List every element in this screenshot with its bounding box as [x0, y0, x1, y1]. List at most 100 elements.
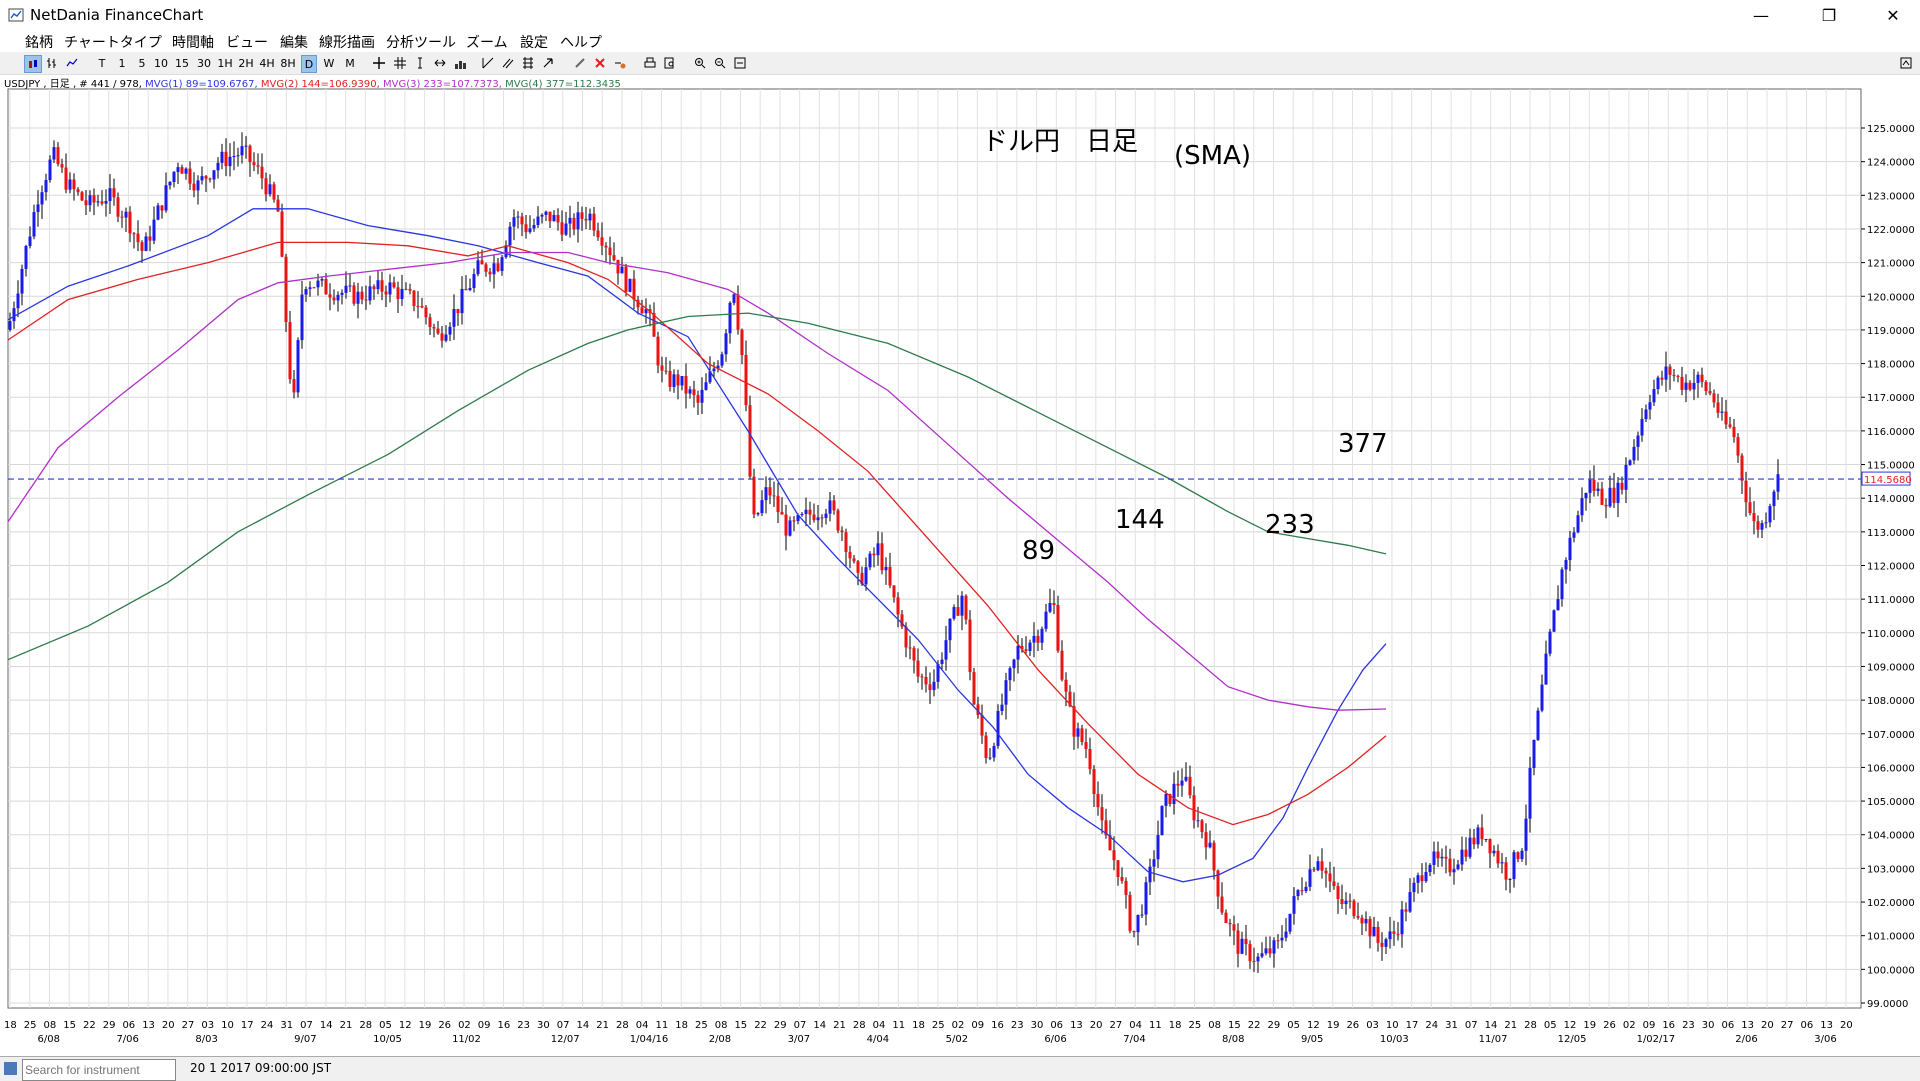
candle-body	[1620, 482, 1624, 490]
menu-analysis-tools[interactable]: 分析ツール	[386, 32, 456, 52]
fibonacci-icon[interactable]	[520, 55, 536, 71]
x-day-label: 02	[952, 1020, 965, 1031]
x-day-label: 21	[340, 1020, 353, 1031]
menu-view[interactable]: ビュー	[226, 32, 268, 52]
chart-subtitle: (SMA)	[1174, 141, 1251, 171]
zoom-fit-icon[interactable]	[732, 55, 748, 71]
zoom-in-icon[interactable]	[692, 55, 708, 71]
minimize-button[interactable]: —	[1738, 0, 1784, 30]
x-month-label: 1/02/17	[1637, 1034, 1676, 1045]
x-day-label: 23	[517, 1020, 530, 1031]
menu-timeframe[interactable]: 時間軸	[172, 32, 214, 52]
panel-toggle-icon[interactable]	[1898, 55, 1914, 71]
candle-body	[524, 224, 528, 233]
candle-body	[212, 170, 216, 180]
candle-body	[244, 145, 248, 147]
candle-body	[1524, 818, 1528, 851]
candle-body	[348, 285, 352, 287]
timeframe-8h[interactable]: 8H	[279, 55, 297, 71]
menu-zoom[interactable]: ズーム	[466, 32, 508, 52]
timeframe-t[interactable]: T	[96, 55, 108, 71]
candle-body	[1616, 482, 1620, 503]
timeframe-1h[interactable]: 1H	[216, 55, 234, 71]
volume-icon[interactable]	[452, 55, 470, 71]
candle-body	[1464, 849, 1468, 857]
timeframe-1m[interactable]: 1	[116, 55, 128, 71]
timeframe-weekly[interactable]: W	[322, 55, 336, 71]
candle-body	[888, 566, 892, 586]
candle-body	[1700, 374, 1704, 383]
instrument-search-input[interactable]	[22, 1059, 176, 1081]
timeframe-10m[interactable]: 10	[153, 55, 169, 71]
candle-body	[1600, 488, 1604, 505]
x-day-label: 25	[932, 1020, 945, 1031]
timeframe-5m[interactable]: 5	[136, 55, 148, 71]
delete-drawing-icon[interactable]	[592, 55, 608, 71]
candle-body	[1160, 805, 1164, 836]
trendline-icon[interactable]	[480, 55, 496, 71]
candle-body	[1236, 930, 1240, 954]
x-day-label: 05	[1544, 1020, 1557, 1031]
status-panel-icon[interactable]	[4, 1062, 17, 1075]
x-day-label: 28	[359, 1020, 372, 1031]
pan-arrows-icon[interactable]	[432, 55, 448, 71]
menu-symbol[interactable]: 銘柄	[25, 32, 53, 52]
menu-line-drawing[interactable]: 線形描画	[319, 32, 375, 52]
candle-body	[1712, 393, 1716, 403]
candle-body	[1396, 933, 1400, 935]
cursor-icon[interactable]	[413, 55, 427, 71]
candle-body	[376, 280, 380, 290]
candle-body	[328, 294, 332, 298]
crosshair-icon[interactable]	[371, 55, 387, 71]
candle-body	[320, 279, 324, 281]
x-day-label: 11	[892, 1020, 905, 1031]
candle-body	[176, 167, 180, 172]
bar-chart-icon[interactable]	[44, 55, 60, 71]
timeframe-15m[interactable]: 15	[174, 55, 190, 71]
grid-icon[interactable]	[392, 55, 408, 71]
maximize-button[interactable]: ❐	[1806, 0, 1852, 30]
candle-body	[1240, 938, 1244, 954]
candle-body	[956, 607, 960, 616]
print-preview-icon[interactable]	[662, 55, 678, 71]
x-day-label: 20	[162, 1020, 175, 1031]
print-icon[interactable]	[642, 55, 658, 71]
arrow-tool-icon[interactable]	[540, 55, 556, 71]
candle-body	[264, 178, 268, 195]
x-day-label: 11	[655, 1020, 668, 1031]
candle-body	[452, 308, 456, 327]
candle-body	[720, 354, 724, 366]
candle-body	[688, 389, 692, 394]
menu-settings[interactable]: 設定	[520, 32, 548, 52]
candlestick-chart-icon[interactable]	[24, 55, 42, 73]
timeframe-daily[interactable]: D	[301, 55, 317, 73]
timeframe-4h[interactable]: 4H	[258, 55, 276, 71]
close-button[interactable]: ✕	[1870, 0, 1916, 30]
timeframe-monthly[interactable]: M	[343, 55, 357, 71]
x-day-label: 12	[1307, 1020, 1320, 1031]
candle-body	[1412, 882, 1416, 893]
price-chart[interactable]: 125.0000 124.0000 123.0000 122.0000 121.0000…	[0, 86, 1920, 1056]
x-day-label: 30	[1702, 1020, 1715, 1031]
x-day-label: 19	[419, 1020, 432, 1031]
candle-body	[1592, 479, 1596, 491]
candle-body	[1496, 850, 1500, 864]
zoom-out-icon[interactable]	[712, 55, 728, 71]
pencil-icon[interactable]	[572, 55, 588, 71]
channel-icon[interactable]	[500, 55, 516, 71]
candle-body	[960, 595, 964, 616]
menu-chart-type[interactable]: チャートタイプ	[64, 32, 162, 52]
indicator-settings-icon[interactable]	[612, 55, 628, 71]
candle-body	[44, 180, 48, 193]
candle-body	[616, 259, 620, 274]
candle-body	[1744, 480, 1748, 503]
candle-body	[1072, 706, 1076, 737]
timeframe-30m[interactable]: 30	[196, 55, 212, 71]
line-chart-icon[interactable]	[64, 55, 80, 71]
candle-body	[60, 164, 64, 168]
menu-edit[interactable]: 編集	[280, 32, 308, 52]
timeframe-2h[interactable]: 2H	[237, 55, 255, 71]
menu-help[interactable]: ヘルプ	[560, 32, 602, 52]
candle-body	[788, 520, 792, 536]
candle-body	[1012, 659, 1016, 669]
